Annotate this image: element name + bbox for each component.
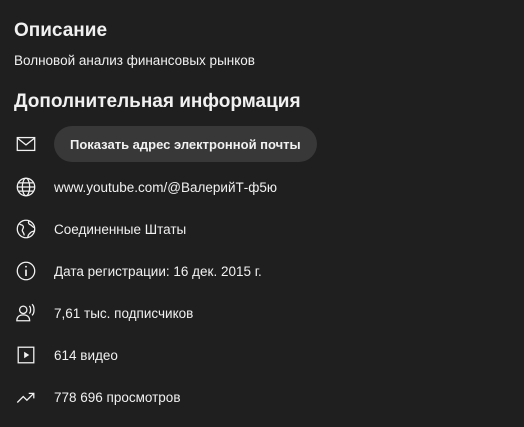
email-row: Показать адрес электронной почты	[14, 124, 514, 164]
subscribers-text: 7,61 тыс. подписчиков	[54, 305, 194, 321]
views-count-text: 778 696 просмотров	[54, 389, 181, 405]
videos-count-text: 614 видео	[54, 347, 118, 363]
info-icon	[14, 259, 38, 283]
trending-icon	[14, 385, 38, 409]
description-title: Описание	[14, 20, 108, 41]
country-text: Соединенные Штаты	[54, 221, 187, 237]
views-row: 778 696 просмотров	[14, 377, 514, 417]
videos-row: 614 видео	[14, 335, 514, 375]
country-row: Соединенные Штаты	[14, 209, 514, 249]
video-icon	[14, 343, 38, 367]
mail-icon	[14, 132, 38, 156]
subscribers-icon	[14, 301, 38, 325]
show-email-button[interactable]: Показать адрес электронной почты	[54, 126, 317, 162]
channel-url-link[interactable]: www.youtube.com/@ВалерийТ-ф5ю	[54, 180, 277, 195]
about-panel: Описание Волновой анализ финансовых рынк…	[0, 0, 524, 427]
globe-icon	[14, 175, 38, 199]
registration-date-text: Дата регистрации: 16 дек. 2015 г.	[54, 263, 262, 279]
additional-info-title: Дополнительная информация	[14, 91, 301, 112]
registration-row: Дата регистрации: 16 дек. 2015 г.	[14, 251, 514, 291]
channel-url-row: www.youtube.com/@ВалерийТ-ф5ю	[14, 167, 514, 207]
earth-icon	[14, 217, 38, 241]
description-text: Волновой анализ финансовых рынков	[14, 53, 255, 68]
subscribers-row: 7,61 тыс. подписчиков	[14, 293, 514, 333]
